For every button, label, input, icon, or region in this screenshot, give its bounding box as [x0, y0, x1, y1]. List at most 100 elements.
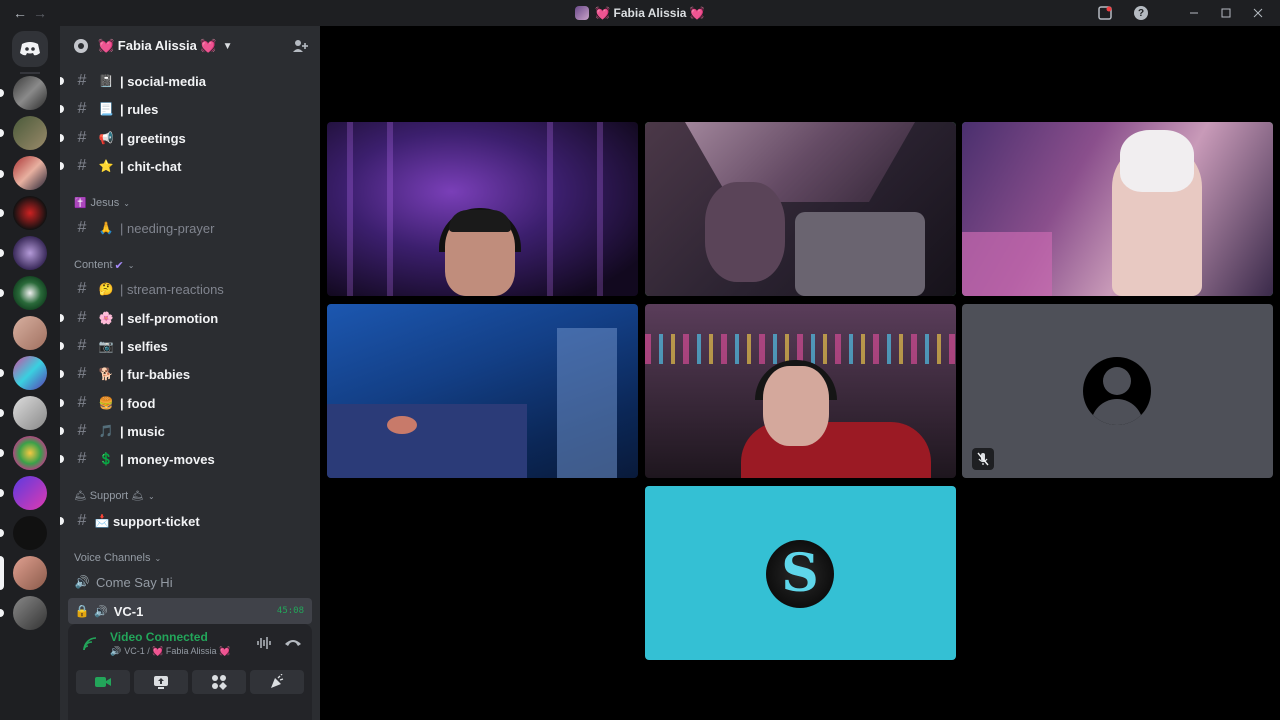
voice-status[interactable]: Video Connected — [110, 630, 208, 644]
server-icon[interactable] — [13, 196, 47, 230]
voice-location[interactable]: 🔊 VC-1 / 💓 Fabia Alissia 💓 — [110, 646, 230, 657]
discord-home-button[interactable] — [12, 31, 48, 67]
screen-share-button[interactable] — [134, 670, 188, 694]
server-icon[interactable] — [13, 276, 47, 310]
hash-icon: # — [77, 309, 87, 326]
category-label: Voice Channels — [74, 552, 151, 564]
add-member-icon[interactable] — [292, 38, 308, 54]
server-icon[interactable] — [13, 156, 47, 190]
voice-channel-vc-1[interactable]: 🔒 🔊 VC-1 45:08 — [68, 598, 312, 624]
close-button[interactable] — [1242, 0, 1274, 26]
help-button[interactable]: ? — [1126, 0, 1156, 26]
category-emoji: 🛎 — [131, 490, 144, 502]
category-voice-channels[interactable]: Voice Channels ⌄ — [74, 549, 161, 567]
unread-pill — [0, 609, 4, 617]
rail-separator — [20, 72, 40, 74]
server-icon[interactable] — [13, 396, 47, 430]
category-label: Support — [89, 490, 129, 502]
server-icon[interactable] — [13, 436, 47, 470]
channel-self-promotion[interactable]: # 🌸 | self-promotion — [60, 305, 312, 331]
video-tile-no-camera[interactable] — [962, 304, 1273, 478]
inbox-button[interactable] — [1090, 0, 1120, 26]
channel-music[interactable]: # 🎵 | music — [60, 418, 312, 444]
signal-icon[interactable] — [82, 636, 98, 652]
checkmark-icon: ✔ — [114, 259, 124, 272]
speaker-icon: 🔊 — [110, 646, 122, 656]
server-icon[interactable] — [13, 76, 47, 110]
unread-indicator — [60, 134, 64, 142]
channel-label: | fur-babies — [120, 366, 191, 382]
channel-stream-reactions[interactable]: # 🤔 | stream-reactions — [68, 276, 312, 302]
server-icon[interactable] — [13, 236, 47, 270]
video-tile-speaking[interactable] — [645, 122, 956, 296]
unread-pill — [0, 369, 4, 377]
server-thumbnail-icon — [575, 6, 590, 20]
unread-pill — [0, 129, 4, 137]
video-stage: S — [320, 26, 1280, 720]
server-icon[interactable] — [13, 116, 47, 150]
back-button[interactable]: ← — [10, 0, 30, 26]
channel-chit-chat[interactable]: # ⭐ | chit-chat — [60, 153, 312, 179]
category-label: Jesus — [90, 197, 120, 209]
server-icon[interactable] — [13, 476, 47, 510]
empty-video-feed — [962, 304, 1273, 478]
channel-food[interactable]: # 🍔 | food — [60, 390, 312, 416]
channel-label: | music — [120, 423, 165, 439]
hash-icon: # — [77, 100, 87, 117]
category-jesus[interactable]: ✝️ Jesus ⌄ — [74, 194, 130, 212]
channel-social-media[interactable]: # 📓 | social-media — [60, 68, 312, 94]
video-tile-avatar[interactable]: S — [645, 486, 956, 660]
channel-emoji: 🙏 — [98, 221, 114, 235]
channel-needing-prayer[interactable]: # 🙏 | needing-prayer — [68, 215, 312, 241]
server-header[interactable]: 💓 Fabia Alissia 💓 ▼ — [60, 26, 320, 66]
hash-icon: # — [77, 129, 87, 146]
channel-selfies[interactable]: # 📷 | selfies — [60, 333, 312, 359]
hash-icon: # — [77, 365, 87, 382]
forward-button[interactable]: → — [30, 0, 50, 26]
camera-button[interactable] — [76, 670, 130, 694]
activities-button[interactable] — [192, 670, 246, 694]
video-tile[interactable] — [327, 304, 638, 478]
server-icon[interactable] — [13, 516, 47, 550]
channel-label: | self-promotion — [120, 310, 219, 326]
server-icon[interactable] — [13, 356, 47, 390]
unread-indicator — [60, 342, 64, 350]
chevron-down-icon: ▼ — [222, 40, 233, 52]
maximize-button[interactable] — [1210, 0, 1242, 26]
unread-indicator — [60, 399, 64, 407]
channel-emoji: 🍔 — [98, 396, 114, 410]
inbox-icon — [1098, 6, 1112, 20]
server-icon[interactable] — [13, 556, 47, 590]
disconnect-icon[interactable] — [284, 635, 302, 649]
video-feed — [645, 304, 956, 478]
channel-label: | chit-chat — [120, 158, 182, 174]
title-bar: ← → 💓 Fabia Alissia 💓 ? — [0, 0, 1280, 26]
channel-greetings[interactable]: # 📢 | greetings — [60, 125, 312, 151]
hash-icon: # — [77, 72, 87, 89]
voice-channel-come-say-hi[interactable]: 🔊 Come Say Hi — [68, 569, 312, 595]
channel-support-ticket[interactable]: # 📩 support-ticket — [60, 508, 312, 534]
video-tile-speaking[interactable] — [962, 122, 1273, 296]
category-label: Content — [74, 259, 113, 271]
category-support[interactable]: 🛎 Support 🛎 ⌄ — [74, 487, 155, 505]
call-timer: 45:08 — [276, 606, 304, 616]
channel-emoji: 🤔 — [98, 282, 114, 296]
channel-rules[interactable]: # 📃 | rules — [60, 96, 312, 122]
channel-label: | selfies — [120, 338, 168, 354]
server-icon[interactable] — [13, 596, 47, 630]
minimize-button[interactable] — [1178, 0, 1210, 26]
channel-money-moves[interactable]: # 💲 | money-moves — [60, 446, 312, 472]
voice-connection-panel: Video Connected 🔊 VC-1 / 💓 Fabia Alissia… — [68, 624, 312, 720]
soundboard-button[interactable] — [250, 670, 304, 694]
video-tile[interactable] — [645, 304, 956, 478]
hash-icon: # — [77, 394, 87, 411]
video-feed — [645, 122, 956, 296]
server-icon[interactable] — [13, 316, 47, 350]
soundboard-icon — [271, 674, 284, 688]
noise-suppression-icon[interactable] — [256, 636, 272, 650]
video-tile[interactable] — [327, 122, 638, 296]
hash-icon: # — [77, 219, 87, 236]
unread-indicator — [60, 455, 64, 463]
category-content[interactable]: Content ✔ ⌄ — [74, 256, 134, 274]
channel-fur-babies[interactable]: # 🐕 | fur-babies — [60, 361, 312, 387]
